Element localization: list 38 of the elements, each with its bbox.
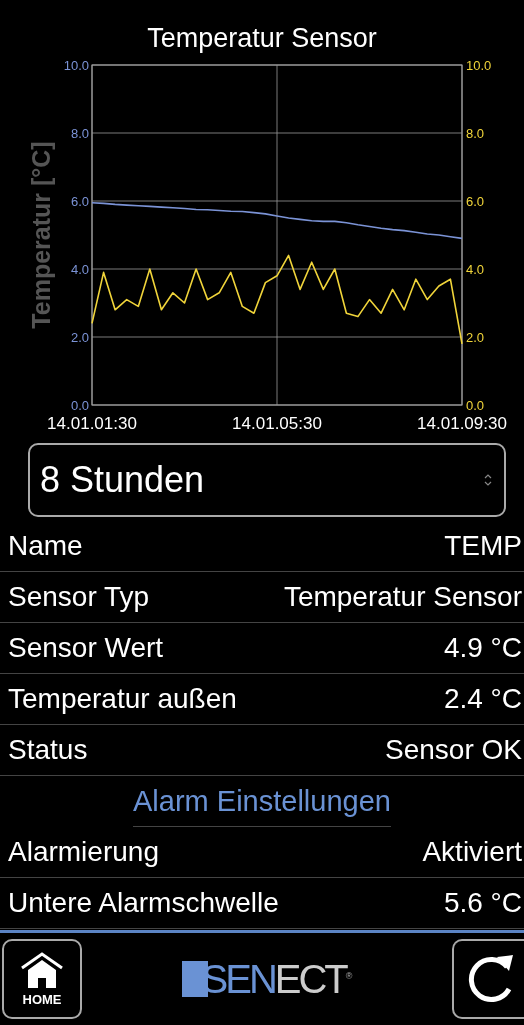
y-tick-label: 6.0 (466, 194, 485, 209)
row-label: Sensor Typ (8, 581, 150, 613)
row-label: Name (8, 530, 83, 562)
row-label: Untere Alarmschwelle (8, 887, 279, 919)
x-tick-label: 14.01.09:30 (417, 414, 507, 433)
row-label: Status (8, 734, 88, 766)
range-dropdown[interactable]: 8 Stunden (28, 443, 506, 517)
row-value: 2.4 °C (443, 683, 522, 715)
row-label: Temperatur außen (8, 683, 237, 715)
y-tick-label: 8.0 (70, 126, 89, 141)
row-value: Aktiviert (422, 836, 522, 868)
y-tick-label: 6.0 (70, 194, 89, 209)
y-axis-title: Temperatur [°C] (27, 141, 55, 329)
y-tick-label: 0.0 (466, 398, 485, 413)
y-tick-label: 4.0 (466, 262, 485, 277)
y-tick-label: 2.0 (70, 330, 89, 345)
row-value: 5.6 °C (443, 887, 522, 919)
y-tick-label: 10.0 (466, 58, 492, 73)
home-button[interactable]: HOME (2, 939, 82, 1019)
row-value: Temperatur Sensor (283, 581, 522, 613)
x-tick-label: 14.01.01:30 (47, 414, 137, 433)
y-tick-label: 2.0 (466, 330, 485, 345)
y-tick-label: 10.0 (63, 58, 89, 73)
row-label: Alarmierung (8, 836, 159, 868)
refresh-button[interactable] (452, 939, 524, 1019)
updown-icon (484, 474, 492, 486)
row-label: Sensor Wert (8, 632, 164, 664)
section-header: Alarm Einstellungen (133, 776, 391, 827)
y-tick-label: 4.0 (70, 262, 89, 277)
chart-title: Temperatur Sensor (147, 22, 377, 55)
logo-square-icon (181, 961, 208, 997)
house-icon (20, 951, 64, 990)
row-value: TEMP (444, 530, 522, 562)
x-tick-label: 14.01.05:30 (232, 414, 322, 433)
y-tick-label: 0.0 (70, 398, 89, 413)
row-value: Sensor OK (385, 734, 522, 766)
y-tick-label: 8.0 (466, 126, 485, 141)
row-value: 4.9 °C (443, 632, 522, 664)
